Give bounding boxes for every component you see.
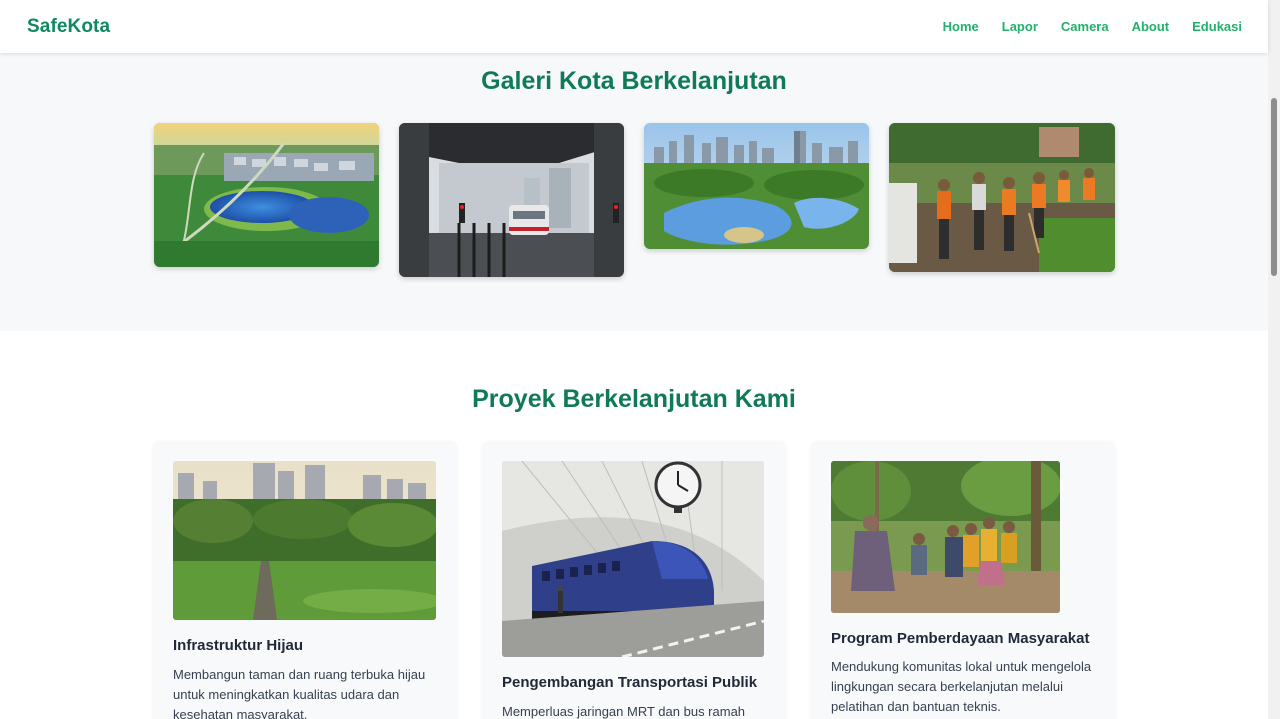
gallery-image-train-station[interactable] [399, 123, 624, 277]
project-image-community-dance [831, 461, 1060, 613]
gallery-image-aerial-park[interactable] [154, 123, 379, 267]
project-description: Mendukung komunitas lokal untuk mengelol… [831, 659, 1092, 714]
gallery-image-city-park[interactable] [644, 123, 869, 249]
nav-links: Home Lapor Camera About Edukasi [943, 19, 1242, 34]
project-image-train-tunnel [502, 461, 764, 657]
nav-link-about[interactable]: About [1132, 19, 1170, 34]
project-description: Memperluas jaringan MRT dan bus ramah [502, 704, 746, 719]
gallery-image-volunteers[interactable] [889, 123, 1115, 272]
nav-link-home[interactable]: Home [943, 19, 979, 34]
project-image-green-park [173, 461, 436, 620]
project-title: Pengembangan Transportasi Publik [502, 674, 758, 691]
page-scrollbar[interactable] [1268, 0, 1280, 719]
nav-link-edukasi[interactable]: Edukasi [1192, 19, 1242, 34]
brand-logo[interactable]: SafeKota [27, 16, 110, 38]
gallery-section: Galeri Kota Berkelanjutan [0, 53, 1268, 331]
project-card-green-infrastructure: Infrastruktur Hijau Membangun taman dan … [153, 441, 457, 719]
project-title: Infrastruktur Hijau [173, 637, 304, 654]
project-title: Program Pemberdayaan Masyarakat [831, 630, 1090, 647]
nav-link-camera[interactable]: Camera [1061, 19, 1109, 34]
project-card-public-transport: Pengembangan Transportasi Publik Memperl… [482, 441, 786, 719]
project-description: Membangun taman dan ruang terbuka hijau … [173, 667, 426, 719]
project-card-community-empowerment: Program Pemberdayaan Masyarakat Mendukun… [811, 441, 1115, 719]
projects-title: Proyek Berkelanjutan Kami [472, 385, 796, 413]
gallery-title: Galeri Kota Berkelanjutan [481, 67, 787, 95]
navbar: SafeKota Home Lapor Camera About Edukasi [0, 0, 1268, 53]
nav-link-lapor[interactable]: Lapor [1002, 19, 1038, 34]
scrollbar-thumb[interactable] [1271, 98, 1277, 276]
